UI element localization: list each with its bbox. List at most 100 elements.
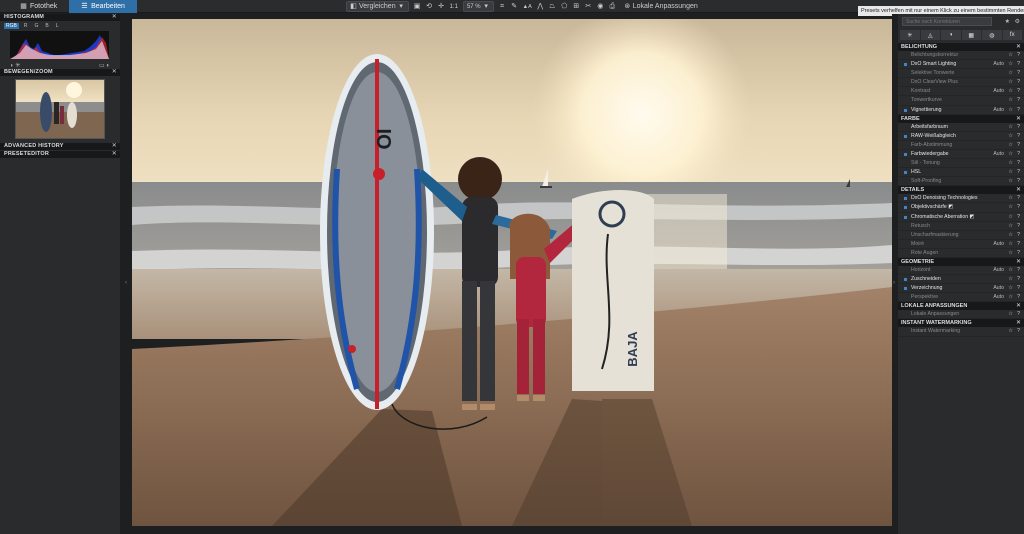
- favorite-star-icon[interactable]: ☆: [1008, 284, 1013, 293]
- correction-row[interactable]: Tonwertkurve ☆?: [898, 96, 1024, 106]
- auto-horizon-button[interactable]: ▲A: [523, 4, 532, 10]
- help-icon[interactable]: ?: [1017, 266, 1020, 275]
- fit-screen-icon[interactable]: ⟲: [426, 3, 433, 10]
- help-icon[interactable]: ?: [1017, 284, 1020, 293]
- correction-row[interactable]: Unscharfmaskierung ☆?: [898, 231, 1024, 240]
- help-icon[interactable]: ?: [1017, 141, 1020, 150]
- collapse-right-icon[interactable]: ›: [893, 280, 895, 286]
- section-header[interactable]: GEOMETRIE ✕: [898, 257, 1024, 266]
- correction-row[interactable]: Moiré Auto ☆?: [898, 240, 1024, 249]
- eyedropper-icon[interactable]: ✎: [511, 3, 518, 10]
- correction-row[interactable]: DxO ClearView Plus ☆?: [898, 78, 1024, 88]
- enabled-indicator-icon[interactable]: [904, 63, 907, 67]
- enabled-indicator-icon[interactable]: [904, 215, 907, 219]
- favorite-star-icon[interactable]: ☆: [1008, 69, 1013, 78]
- favorite-star-icon[interactable]: ☆: [1008, 266, 1013, 275]
- favorite-star-icon[interactable]: ☆: [1008, 310, 1013, 319]
- favorite-star-icon[interactable]: ☆: [1008, 203, 1013, 212]
- favorite-star-icon[interactable]: ☆: [1008, 327, 1013, 336]
- help-icon[interactable]: ?: [1017, 249, 1020, 258]
- correction-row[interactable]: Retusch ☆?: [898, 222, 1024, 231]
- help-icon[interactable]: ?: [1017, 159, 1020, 168]
- help-icon[interactable]: ?: [1017, 327, 1020, 336]
- help-icon[interactable]: ?: [1017, 87, 1020, 96]
- correction-row[interactable]: Verzeichnung Auto ☆?: [898, 284, 1024, 294]
- help-icon[interactable]: ?: [1017, 150, 1020, 159]
- help-icon[interactable]: ?: [1017, 222, 1020, 231]
- favorite-star-icon[interactable]: ★: [1005, 18, 1010, 25]
- favorite-star-icon[interactable]: ☆: [1008, 168, 1013, 177]
- correction-row[interactable]: DxO Denoising Technologies ☆?: [898, 194, 1024, 204]
- enabled-indicator-icon[interactable]: [904, 171, 907, 175]
- tab-watermark-icon[interactable]: ◍: [982, 30, 1002, 40]
- histo-tab-g[interactable]: G: [32, 23, 40, 29]
- close-icon[interactable]: ✕: [112, 14, 117, 21]
- help-icon[interactable]: ?: [1017, 275, 1020, 284]
- tab-geometry-icon[interactable]: ▦: [961, 30, 981, 40]
- favorite-star-icon[interactable]: ☆: [1008, 123, 1013, 132]
- search-corrections-input[interactable]: [902, 17, 992, 26]
- enabled-indicator-icon[interactable]: [904, 287, 907, 291]
- shadow-clip-icon[interactable]: ◗ ✳: [10, 62, 20, 69]
- favorite-star-icon[interactable]: ☆: [1008, 240, 1013, 249]
- navigator-thumbnail[interactable]: [15, 79, 105, 139]
- tab-bearbeiten[interactable]: ☰ Bearbeiten: [69, 0, 137, 13]
- section-header[interactable]: BELICHTUNG ✕: [898, 43, 1024, 51]
- move-icon[interactable]: ✛: [438, 3, 445, 10]
- advanced-history-header[interactable]: ADVANCED HISTORY ✕: [0, 143, 120, 150]
- help-icon[interactable]: ?: [1017, 310, 1020, 319]
- collapse-left-icon[interactable]: ‹: [125, 280, 127, 286]
- section-header[interactable]: INSTANT WATERMARKING ✕: [898, 319, 1024, 328]
- repair-icon[interactable]: ✂: [585, 3, 592, 10]
- watermark-icon[interactable]: ⎙: [609, 3, 616, 10]
- correction-row[interactable]: Horizont Auto ☆?: [898, 266, 1024, 276]
- help-icon[interactable]: ?: [1017, 213, 1020, 222]
- correction-row[interactable]: Objektivschärfe ◩ ☆?: [898, 203, 1024, 213]
- histo-tab-b[interactable]: B: [43, 23, 50, 29]
- favorite-star-icon[interactable]: ☆: [1008, 51, 1013, 60]
- preset-editor-header[interactable]: PRESETEDITOR ✕: [0, 151, 120, 158]
- close-icon[interactable]: ✕: [1016, 258, 1021, 266]
- zoom-1to1-button[interactable]: 1:1: [450, 4, 458, 10]
- help-icon[interactable]: ?: [1017, 177, 1020, 186]
- section-header[interactable]: DETAILS ✕: [898, 186, 1024, 195]
- eye-icon[interactable]: ◉: [597, 3, 604, 10]
- tab-fx-icon[interactable]: fx: [1002, 30, 1022, 40]
- enabled-indicator-icon[interactable]: [904, 108, 907, 112]
- help-icon[interactable]: ?: [1017, 194, 1020, 203]
- close-icon[interactable]: ✕: [1016, 186, 1021, 194]
- help-icon[interactable]: ?: [1017, 168, 1020, 177]
- tab-fototek[interactable]: ▦ Fotothek: [14, 0, 63, 13]
- help-icon[interactable]: ?: [1017, 60, 1020, 69]
- favorite-star-icon[interactable]: ☆: [1008, 60, 1013, 69]
- favorite-star-icon[interactable]: ☆: [1008, 213, 1013, 222]
- correction-row[interactable]: Zuschneiden ☆?: [898, 275, 1024, 285]
- help-icon[interactable]: ?: [1017, 240, 1020, 249]
- favorite-star-icon[interactable]: ☆: [1008, 249, 1013, 258]
- favorite-star-icon[interactable]: ☆: [1008, 293, 1013, 302]
- enabled-indicator-icon[interactable]: [904, 206, 907, 210]
- favorite-star-icon[interactable]: ☆: [1008, 132, 1013, 141]
- compare-button[interactable]: ◧ Vergleichen ▾: [346, 1, 409, 12]
- favorite-star-icon[interactable]: ☆: [1008, 106, 1013, 115]
- perspective-rect-icon[interactable]: ⏢: [549, 3, 556, 10]
- help-icon[interactable]: ?: [1017, 293, 1020, 302]
- help-icon[interactable]: ?: [1017, 123, 1020, 132]
- close-icon[interactable]: ✕: [1016, 115, 1021, 123]
- close-icon[interactable]: ✕: [1016, 319, 1021, 327]
- favorite-star-icon[interactable]: ☆: [1008, 159, 1013, 168]
- main-image-canvas[interactable]: IO BAJA: [132, 19, 892, 526]
- correction-row[interactable]: RAW-Weißabgleich ☆?: [898, 132, 1024, 141]
- enabled-indicator-icon[interactable]: [904, 134, 907, 138]
- enabled-indicator-icon[interactable]: [904, 152, 907, 156]
- tab-color-icon[interactable]: ◬: [920, 30, 940, 40]
- close-icon[interactable]: ✕: [1016, 43, 1021, 51]
- favorite-star-icon[interactable]: ☆: [1008, 177, 1013, 186]
- correction-row[interactable]: Chromatische Aberration ◩ ☆?: [898, 213, 1024, 222]
- help-icon[interactable]: ?: [1017, 203, 1020, 212]
- correction-row[interactable]: Rote Augen ☆?: [898, 249, 1024, 258]
- favorite-star-icon[interactable]: ☆: [1008, 150, 1013, 159]
- perspective-8point-icon[interactable]: ⬠: [561, 3, 568, 10]
- crop-icon[interactable]: ⌗: [499, 3, 506, 10]
- section-header[interactable]: FARBE ✕: [898, 114, 1024, 123]
